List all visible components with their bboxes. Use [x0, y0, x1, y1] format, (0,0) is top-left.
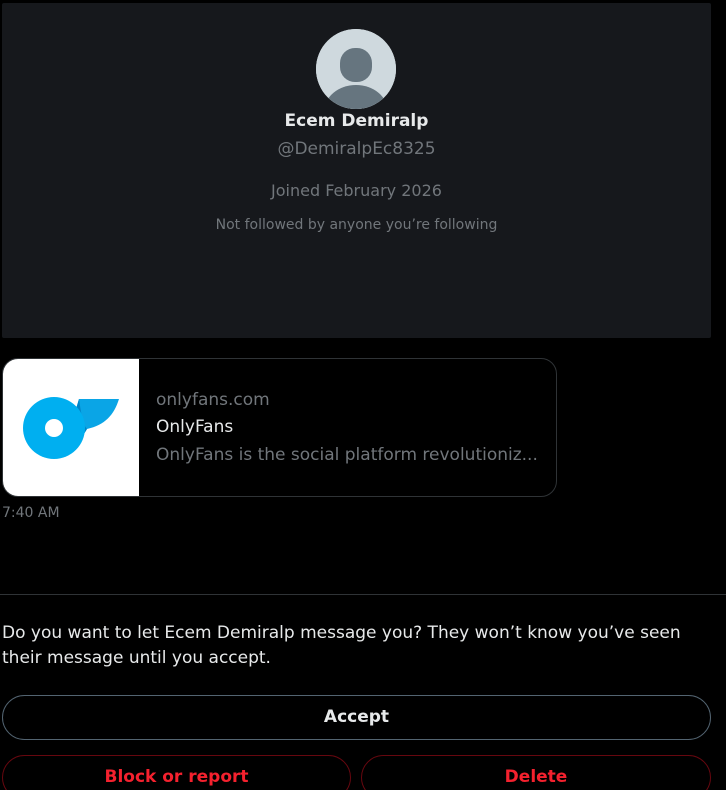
message-timestamp: 7:40 AM: [2, 505, 60, 521]
default-avatar-icon: [316, 29, 396, 109]
joined-date: Joined February 2026: [271, 181, 442, 200]
link-title: OnlyFans: [156, 417, 234, 437]
divider: [0, 594, 726, 595]
onlyfans-logo-icon: [23, 397, 119, 459]
profile-handle: @DemiralpEc8325: [277, 139, 436, 159]
block-or-report-button[interactable]: Block or report: [2, 755, 351, 790]
link-thumbnail: [3, 359, 139, 496]
delete-button[interactable]: Delete: [361, 755, 711, 790]
dm-conversation: Ecem Demiralp @DemiralpEc8325 Joined Feb…: [0, 0, 726, 790]
link-description: OnlyFans is the social platform revoluti…: [156, 445, 538, 465]
link-preview-card[interactable]: onlyfans.com OnlyFans OnlyFans is the so…: [2, 358, 557, 497]
followers-note: Not followed by anyone you’re following: [215, 217, 498, 233]
avatar[interactable]: [316, 29, 396, 109]
profile-card[interactable]: Ecem Demiralp @DemiralpEc8325 Joined Feb…: [2, 3, 711, 338]
message-request-prompt: Do you want to let Ecem Demiralp message…: [2, 623, 681, 668]
profile-name[interactable]: Ecem Demiralp: [2, 111, 711, 131]
accept-button[interactable]: Accept: [2, 695, 711, 740]
link-domain: onlyfans.com: [156, 390, 270, 410]
